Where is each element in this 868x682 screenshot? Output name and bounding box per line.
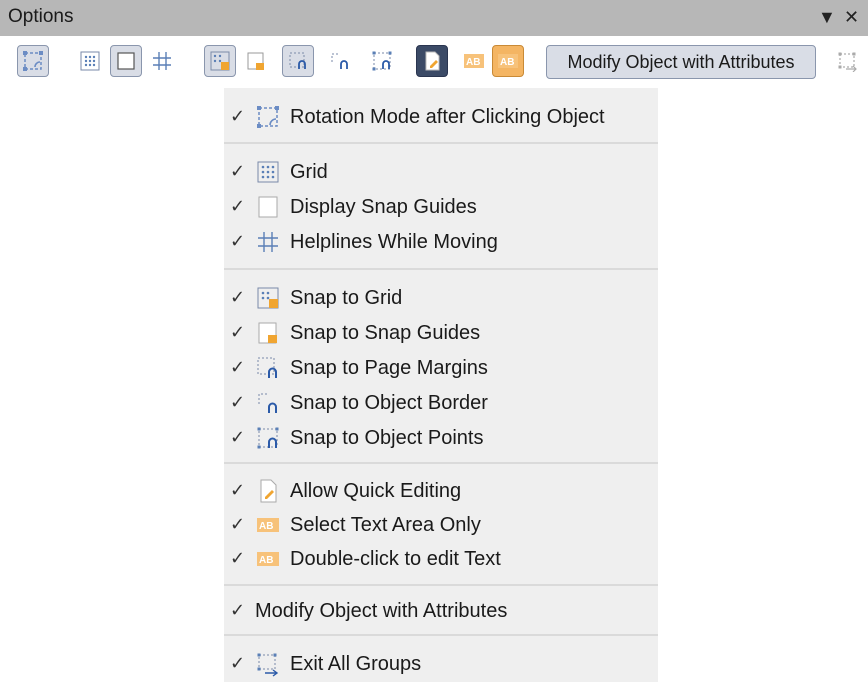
menu-separator [224, 142, 658, 144]
menu-item-label: Select Text Area Only [290, 514, 481, 536]
svg-text:AB: AB [500, 57, 514, 68]
menu-item-label: Snap to Snap Guides [290, 322, 481, 344]
menu-item-snap-to-object-points[interactable]: ✓ Snap to Object Points [224, 421, 658, 455]
grid-icon [80, 51, 100, 71]
checkmark-icon: ✓ [230, 653, 246, 673]
menu-item-label: Exit All Groups [290, 653, 422, 675]
checkmark-icon: ✓ [230, 322, 246, 342]
select-text-area-only-button[interactable]: AB [458, 45, 490, 77]
menu-item-label: Snap to Object Border [290, 392, 488, 414]
svg-text:AB: AB [466, 57, 480, 68]
menu-separator [224, 584, 658, 586]
snap-to-object-points-button[interactable] [366, 45, 398, 77]
checkmark-icon: ✓ [230, 427, 246, 447]
snap-to-object-border-button[interactable] [324, 45, 356, 77]
checkmark-icon: ✓ [230, 548, 246, 568]
checkmark-icon: ✓ [230, 287, 246, 307]
menu-item-label: Snap to Page Margins [290, 357, 488, 379]
checkmark-icon: ✓ [230, 231, 246, 251]
window-title: Options [8, 6, 74, 27]
menu-item-label: Modify Object with Attributes [255, 600, 508, 622]
helplines-button[interactable] [146, 45, 178, 77]
checkmark-icon: ✓ [230, 514, 246, 534]
menu-separator [224, 268, 658, 270]
snap-to-object-points-icon [372, 51, 392, 71]
menu-item-snap-to-page-margins[interactable]: ✓ Snap to Page Margins [224, 351, 658, 385]
snap-to-page-margins-button[interactable] [282, 45, 314, 77]
double-click-edit-text-button[interactable]: AB [492, 45, 524, 77]
menu-item-allow-quick-editing[interactable]: ✓ Allow Quick Editing [224, 474, 658, 508]
snap-guides-icon [258, 196, 278, 218]
checkmark-icon: ✓ [230, 392, 246, 412]
menu-item-label: Helplines While Moving [290, 231, 498, 253]
checkmark-icon: ✓ [230, 357, 246, 377]
menu-item-label: Snap to Object Points [290, 427, 484, 449]
dropdown-arrow-icon[interactable]: ▼ [818, 5, 836, 29]
menu-item-label: Rotation Mode after Clicking Object [290, 106, 605, 128]
menu-item-exit-all-groups[interactable]: ✓ Exit All Groups [224, 647, 658, 681]
menu-separator [224, 462, 658, 464]
checkmark-icon: ✓ [230, 106, 246, 126]
checkmark-icon: ✓ [230, 480, 246, 500]
snap-to-object-border-icon [331, 53, 348, 69]
snap-to-grid-icon [210, 51, 230, 71]
svg-text:AB: AB [259, 521, 273, 532]
checkmark-icon: ✓ [230, 196, 246, 216]
text-area-icon: AB [464, 54, 484, 68]
snap-guides-icon [117, 52, 135, 70]
snap-to-object-points-icon [257, 427, 279, 449]
svg-text:AB: AB [259, 555, 273, 566]
menu-item-select-text-area-only[interactable]: ✓ AB Select Text Area Only [224, 508, 658, 542]
text-area-icon: AB [257, 518, 279, 532]
rotation-mode-button[interactable] [17, 45, 49, 77]
rotation-mode-icon [23, 51, 43, 71]
close-icon[interactable]: ✕ [844, 5, 859, 29]
helplines-icon [153, 52, 171, 70]
menu-item-label: Grid [290, 161, 328, 183]
menu-item-label: Allow Quick Editing [290, 480, 462, 502]
snap-to-grid-icon [257, 287, 279, 309]
exit-all-groups-button[interactable] [832, 45, 864, 77]
checkmark-icon: ✓ [230, 161, 246, 181]
text-edit-icon: AB [498, 54, 518, 68]
menu-item-label: Snap to Grid [290, 287, 403, 309]
exit-groups-icon [838, 52, 857, 72]
options-titlebar: Options ▼ ✕ [0, 0, 868, 36]
snap-guides-button[interactable] [110, 45, 142, 77]
checkmark-icon: ✓ [230, 600, 246, 620]
menu-item-snap-to-snap-guides[interactable]: ✓ Snap to Snap Guides [224, 316, 658, 350]
menu-separator [224, 634, 658, 636]
grid-button[interactable] [74, 45, 106, 77]
snap-to-snap-guides-button[interactable] [240, 45, 272, 77]
menu-item-modify-object-attributes[interactable]: ✓ Modify Object with Attributes [224, 594, 658, 628]
grid-icon [257, 161, 279, 183]
quick-edit-icon [425, 51, 440, 71]
helplines-icon [258, 232, 278, 252]
menu-item-rotation-mode[interactable]: ✓ Rotation Mode after Clicking Object [224, 100, 658, 134]
menu-item-double-click-edit-text[interactable]: ✓ AB Double-click to edit Text [224, 542, 658, 576]
snap-to-grid-button[interactable] [204, 45, 236, 77]
snap-to-snap-guides-icon [258, 322, 277, 344]
modify-object-attributes-button[interactable]: Modify Object with Attributes [546, 45, 816, 79]
snap-to-page-margins-icon [257, 357, 277, 378]
menu-item-display-snap-guides[interactable]: ✓ Display Snap Guides [224, 190, 658, 224]
menu-item-label: Double-click to edit Text [290, 548, 501, 570]
quick-edit-icon [260, 479, 277, 503]
menu-item-snap-to-object-border[interactable]: ✓ Snap to Object Border [224, 386, 658, 420]
rotation-mode-icon [257, 106, 279, 128]
snap-to-page-margins-icon [289, 52, 306, 69]
snap-to-object-border-icon [258, 393, 277, 413]
exit-groups-icon [257, 653, 279, 677]
menu-item-helplines-while-moving[interactable]: ✓ Helplines While Moving [224, 225, 658, 259]
allow-quick-editing-button[interactable] [416, 45, 448, 77]
snap-to-snap-guides-icon [247, 52, 264, 70]
options-dropdown-menu: ✓ Rotation Mode after Clicking Object ✓ … [224, 88, 658, 682]
options-toolbar: AB AB Modify Object with Attributes [0, 36, 868, 88]
menu-item-snap-to-grid[interactable]: ✓ Snap to Grid [224, 281, 658, 315]
menu-item-grid[interactable]: ✓ Grid [224, 155, 658, 189]
menu-item-label: Display Snap Guides [290, 196, 477, 218]
text-edit-icon: AB [257, 552, 279, 566]
